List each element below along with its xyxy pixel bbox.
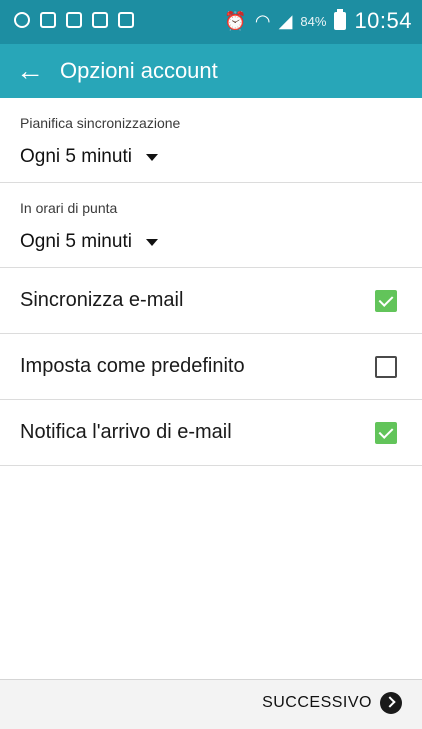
peak-hours-label: In orari di punta [20,200,118,216]
alarm-icon: ⏰ [224,11,247,31]
set-default-label: Imposta come predefinito [20,355,245,377]
app-bar: ← Opzioni account [0,44,422,98]
sync-schedule-setting[interactable]: Pianifica sincronizzazione Ogni 5 minuti [0,98,422,183]
notify-email-label: Notifica l'arrivo di e-mail [20,421,232,443]
signal-icon: ◢ [278,11,293,31]
sync-schedule-dropdown[interactable]: Ogni 5 minuti [20,146,158,168]
clock: 10:54 [354,8,412,33]
settings-list: Pianifica sincronizzazione Ogni 5 minuti… [0,98,422,466]
notify-email-checkbox[interactable] [375,422,397,444]
gallery-icon [40,12,56,28]
set-default-option[interactable]: Imposta come predefinito [0,334,422,400]
dropdown-arrow-icon [145,153,158,161]
chevron-right-circle-icon [380,692,402,714]
sync-email-label: Sincronizza e-mail [20,289,184,311]
calendar-icon [118,12,134,28]
peak-hours-value: Ogni 5 minuti [20,231,132,252]
sync-schedule-value: Ogni 5 minuti [20,146,132,167]
notify-email-option[interactable]: Notifica l'arrivo di e-mail [0,400,422,466]
peak-hours-setting[interactable]: In orari di punta Ogni 5 minuti [0,183,422,268]
peak-hours-dropdown[interactable]: Ogni 5 minuti [20,231,158,253]
status-bar: ⏰ ◠ ◢ 84% 10:54 [0,0,422,44]
dropdown-arrow-icon [145,238,158,246]
wifi-icon: ◠ [254,11,271,31]
photo-icon [66,12,82,28]
battery-percent: 84% [300,13,327,29]
sync-email-checkbox[interactable] [375,290,397,312]
message-icon [92,12,108,28]
sync-email-option[interactable]: Sincronizza e-mail [0,268,422,334]
next-button[interactable]: SUCCESSIVO [262,692,402,714]
back-arrow-icon[interactable]: ← [2,44,58,98]
page-title: Opzioni account [60,58,218,83]
bottom-bar: SUCCESSIVO [0,679,422,729]
sync-schedule-label: Pianifica sincronizzazione [20,115,181,131]
battery-icon [334,9,347,30]
next-button-label: SUCCESSIVO [262,694,372,711]
set-default-checkbox[interactable] [375,356,397,378]
whatsapp-icon [14,12,30,28]
notification-icons [14,12,134,28]
status-indicators: ⏰ ◠ ◢ 84% 10:54 [224,7,412,35]
